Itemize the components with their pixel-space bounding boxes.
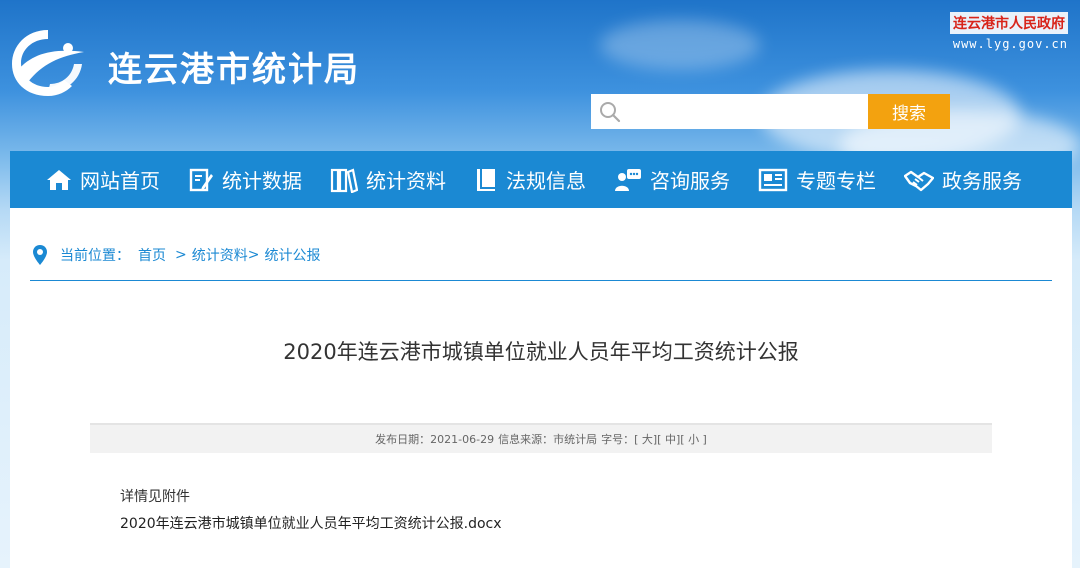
nav-item-home[interactable]: 网站首页 (46, 165, 160, 194)
nav-item-special-topics[interactable]: 专题专栏 (758, 165, 876, 194)
location-pin-icon (33, 245, 47, 265)
gov-portal-link[interactable]: 连云港市人民政府 www.lyg.gov.cn (950, 12, 1068, 51)
source-label: 信息来源： (498, 433, 554, 446)
main-content: 当前位置： 首页 > 统计资料 > 统计公报 2020年连云港市城镇单位就业人员… (10, 208, 1072, 568)
search-button[interactable]: 搜索 (868, 94, 950, 129)
gov-portal-url[interactable]: www.lyg.gov.cn (950, 37, 1068, 51)
nav-item-statistics-data[interactable]: 统计数据 (188, 165, 302, 194)
nav-item-statistics-materials[interactable]: 统计资料 (330, 165, 446, 194)
font-size-medium[interactable]: 中 (665, 431, 676, 447)
nav-item-government-services[interactable]: 政务服务 (904, 165, 1022, 194)
font-size-label: 字号： (601, 433, 635, 446)
nav-item-consulting[interactable]: 咨询服务 (614, 165, 730, 194)
breadcrumb-divider (30, 280, 1052, 281)
lyg-stats-logo-icon[interactable] (8, 26, 88, 100)
breadcrumb-separator: > (247, 247, 260, 263)
article-body: 详情见附件 (120, 489, 190, 505)
breadcrumb-statistics-materials[interactable]: 统计资料 (192, 245, 248, 265)
chat-user-icon (615, 168, 641, 191)
newspaper-icon (758, 168, 788, 191)
nav-item-label: 专题专栏 (796, 169, 876, 193)
search-icon (600, 101, 621, 122)
article-title: 2020年连云港市城镇单位就业人员年平均工资统计公报 (283, 340, 799, 364)
nav-item-label: 统计资料 (366, 169, 446, 193)
breadcrumb: 当前位置： 首页 > 统计资料 > 统计公报 (32, 244, 324, 266)
books-icon (330, 167, 358, 193)
nav-item-label: 统计数据 (222, 169, 302, 193)
font-size-small[interactable]: 小 (688, 431, 699, 447)
gov-portal-name[interactable]: 连云港市人民政府 (950, 12, 1068, 34)
nav-item-label: 网站首页 (80, 169, 160, 193)
date-label: 发布日期： (375, 433, 431, 446)
search-input[interactable] (621, 96, 868, 127)
edit-document-icon (189, 168, 213, 191)
site-header: 连云港市统计局 连云港市人民政府 www.lyg.gov.cn 搜索 (0, 0, 1080, 150)
breadcrumb-home[interactable]: 首页 (138, 245, 166, 265)
breadcrumb-statistics-bulletin[interactable]: 统计公报 (264, 245, 320, 265)
nav-item-label: 咨询服务 (650, 169, 730, 193)
font-size-bracket: ][ (652, 432, 665, 446)
search-box[interactable] (591, 94, 868, 129)
nav-item-regulations[interactable]: 法规信息 (474, 165, 586, 194)
site-title: 连云港市统计局 (108, 50, 360, 90)
handshake-icon (904, 170, 934, 191)
home-icon (47, 169, 71, 190)
main-nav: 网站首页 统计数据 统计资料 法规信息 咨询服务 专题专栏 政务服务 (10, 151, 1072, 208)
search-bar: 搜索 (591, 94, 950, 129)
font-size-bracket: ][ (675, 432, 689, 446)
font-size-bracket: [ (634, 432, 642, 446)
publish-date: 2021-06-29 (430, 432, 495, 446)
breadcrumb-separator: > (175, 247, 187, 263)
attachment-link[interactable]: 2020年连云港市城镇单位就业人员年平均工资统计公报.docx (120, 513, 502, 533)
nav-item-label: 法规信息 (506, 169, 586, 193)
font-size-large[interactable]: 大 (642, 431, 653, 447)
font-size-bracket: ] (699, 432, 707, 446)
breadcrumb-prefix: 当前位置： (60, 248, 130, 264)
info-source: 市统计局 (553, 433, 598, 446)
nav-item-label: 政务服务 (942, 169, 1022, 193)
article-meta: 发布日期： 2021-06-29 信息来源： 市统计局 字号： [ 大 ][ 中… (90, 423, 992, 453)
book-icon (477, 168, 495, 191)
